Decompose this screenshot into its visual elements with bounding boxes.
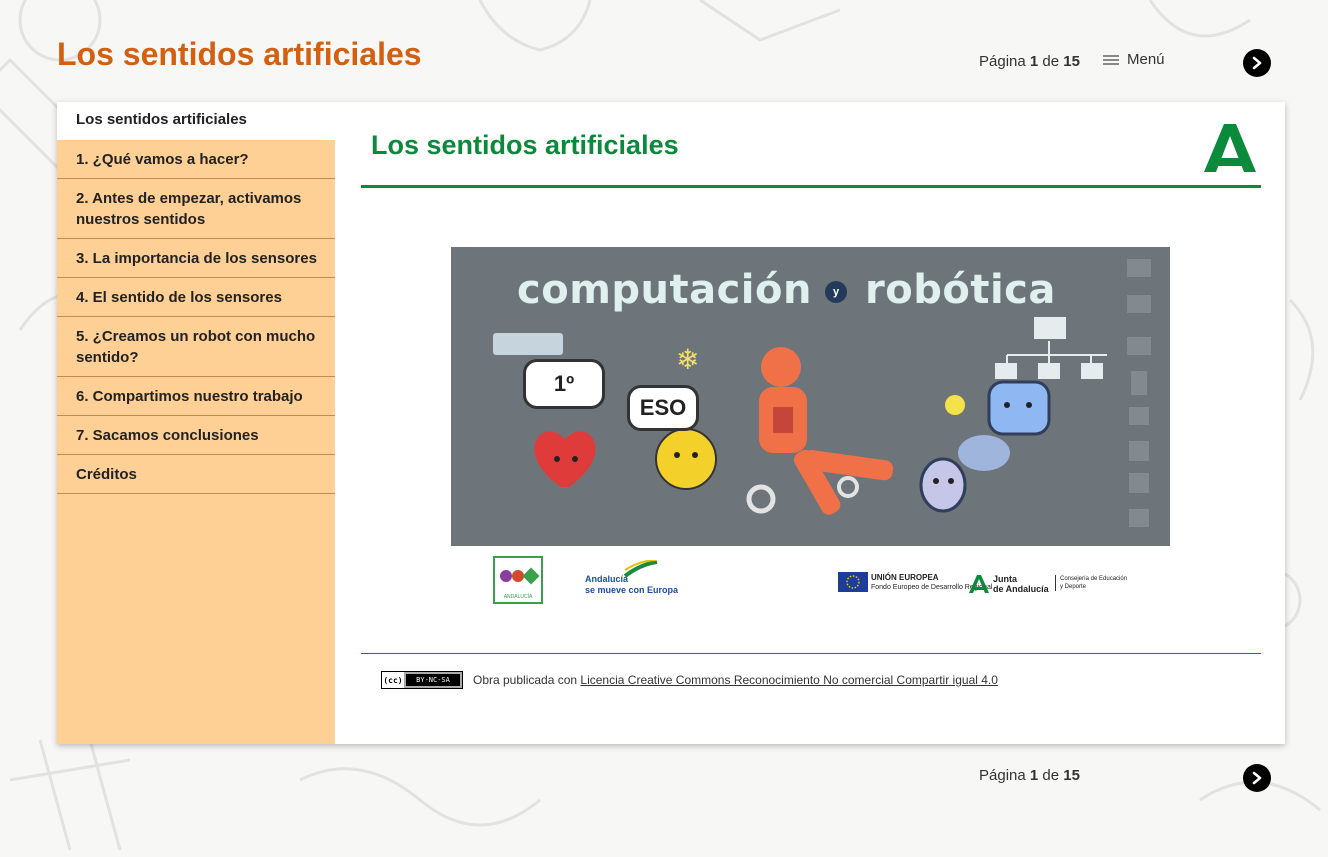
- sidebar-item-home[interactable]: Los sentidos artificiales: [57, 102, 335, 140]
- cc-license-badge[interactable]: (cc) BY-NC-SA: [381, 671, 463, 689]
- eu-flag-icon: [838, 572, 868, 592]
- speech-bubble-level: ESO: [627, 385, 699, 431]
- page-title: Los sentidos artificiales: [371, 130, 679, 160]
- license-link[interactable]: Licencia Creative Commons Reconocimiento…: [580, 673, 998, 687]
- chevron-right-icon: [1252, 56, 1262, 70]
- chevron-right-icon: [1252, 771, 1262, 785]
- sidebar-item-7[interactable]: 7. Sacamos conclusiones: [57, 416, 335, 455]
- main-panel: Los sentidos artificiales 1. ¿Qué vamos …: [57, 102, 1285, 744]
- stripes-icon: [623, 560, 658, 578]
- page-total-bottom: 15: [1063, 767, 1080, 784]
- consejeria-line-2: y Deporte: [1060, 584, 1087, 590]
- content-area: Los sentidos artificiales computación y …: [335, 102, 1285, 744]
- junta-logo-text: Junta de Andalucía: [993, 574, 1049, 594]
- page-counter-label-bottom: Página: [979, 767, 1026, 784]
- svg-text:❄: ❄: [676, 343, 699, 376]
- menu-label: Menú: [1127, 51, 1165, 68]
- sidebar: Los sentidos artificiales 1. ¿Qué vamos …: [57, 102, 335, 744]
- menu-button[interactable]: Menú: [1103, 51, 1165, 68]
- license-prefix: Obra publicada con: [473, 673, 578, 687]
- footer-divider: [361, 653, 1261, 654]
- page-current: 1: [1029, 53, 1039, 70]
- sidebar-item-5[interactable]: 5. ¿Creamos un robot con mucho sentido?: [57, 317, 335, 377]
- eu-stars-icon: [846, 575, 860, 589]
- page-total: 15: [1063, 53, 1080, 70]
- consejeria-logo-text: Consejería de Educación y Deporte: [1055, 575, 1127, 591]
- rea-logo-text: ANDALUCÍA: [503, 594, 533, 600]
- cc-badge-text: BY-NC-SA: [406, 674, 460, 686]
- sidebar-item-3[interactable]: 3. La importancia de los sensores: [57, 239, 335, 278]
- page-counter-of: de: [1042, 53, 1060, 70]
- sidebar-item-1[interactable]: 1. ¿Qué vamos a hacer?: [57, 140, 335, 179]
- junta-line-2: de Andalucía: [993, 584, 1049, 594]
- sidebar-item-2[interactable]: 2. Antes de empezar, activamos nuestros …: [57, 179, 335, 239]
- next-page-button-bottom[interactable]: [1243, 764, 1271, 792]
- junta-line-1: Junta: [993, 574, 1018, 584]
- heading-divider: [361, 185, 1261, 188]
- license-notice: (cc) BY-NC-SA Obra publicada con Licenci…: [381, 671, 998, 689]
- sidebar-item-4[interactable]: 4. El sentido de los sensores: [57, 278, 335, 317]
- next-page-button-top[interactable]: [1243, 49, 1271, 77]
- page-counter-of-bottom: de: [1042, 767, 1060, 784]
- consejeria-line-1: Consejería de Educación: [1060, 576, 1128, 582]
- sponsor-logos: ANDALUCÍA Andalucía se mueve con Europa …: [451, 552, 1170, 606]
- andalucia-europa-logo: Andalucía se mueve con Europa: [585, 560, 679, 596]
- rea-logo-icon: [500, 567, 540, 585]
- eu-title: UNIÓN EUROPEA: [871, 573, 939, 582]
- cover-image: computación y robótica ❄ 1º ESO: [451, 247, 1170, 546]
- cc-badge-symbol: (cc): [382, 672, 404, 688]
- sidebar-item-6[interactable]: 6. Compartimos nuestro trabajo: [57, 377, 335, 416]
- page-counter-label: Página: [979, 53, 1026, 70]
- site-title: Los sentidos artificiales: [57, 36, 422, 72]
- andalucia-europa-line-2: se mueve con Europa: [585, 585, 679, 595]
- rea-andalucia-logo: ANDALUCÍA: [493, 556, 543, 604]
- junta-andalucia-logo: [1204, 124, 1256, 172]
- junta-small-logo-icon: [969, 575, 989, 593]
- sidebar-item-credits[interactable]: Créditos: [57, 455, 335, 494]
- page-counter-bottom: Página 1 de 15: [979, 767, 1080, 784]
- sidebar-nav: Los sentidos artificiales 1. ¿Qué vamos …: [57, 102, 335, 494]
- page-current-bottom: 1: [1029, 767, 1039, 784]
- hamburger-icon: [1103, 54, 1119, 65]
- speech-bubble-grade: 1º: [523, 359, 605, 409]
- page-counter-top: Página 1 de 15: [979, 53, 1080, 70]
